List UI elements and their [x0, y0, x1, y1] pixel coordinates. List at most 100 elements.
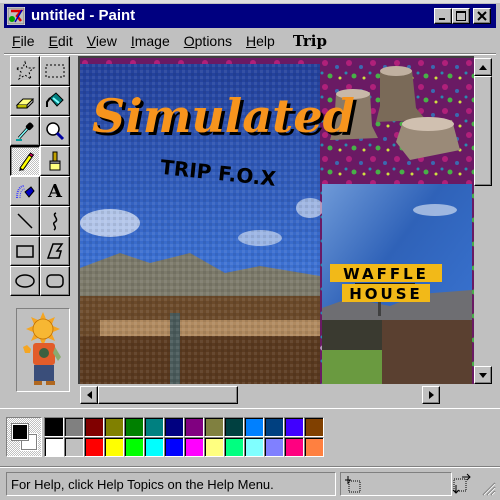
- line-icon: [17, 213, 33, 229]
- menu-view-accel: V: [86, 33, 96, 49]
- swatch-fill: [225, 438, 243, 456]
- tool-rounded-rectangle[interactable]: [40, 266, 70, 296]
- swatch-fill: [105, 438, 123, 456]
- color-swatch[interactable]: [204, 417, 224, 437]
- tool-rectangle[interactable]: [10, 236, 40, 266]
- menu-image[interactable]: Image: [123, 30, 176, 52]
- menu-edit-accel: E: [48, 33, 58, 49]
- star-select-icon: [14, 60, 36, 81]
- vertical-scroll-thumb[interactable]: [474, 76, 492, 186]
- rounded-rectangle-icon: [46, 274, 64, 288]
- close-button[interactable]: [473, 8, 491, 24]
- title-art: Simulated: [92, 89, 355, 143]
- tool-airbrush[interactable]: [10, 176, 40, 206]
- color-swatch[interactable]: [104, 417, 124, 437]
- color-swatch[interactable]: [144, 437, 164, 457]
- menu-options[interactable]: Options: [176, 30, 238, 52]
- toolbox: A: [6, 56, 74, 396]
- resize-grip-icon[interactable]: [480, 480, 496, 496]
- tool-options-panel[interactable]: [16, 308, 70, 392]
- airbrush-icon: [16, 185, 35, 199]
- tool-eraser[interactable]: [10, 86, 40, 116]
- tool-polygon[interactable]: [40, 236, 70, 266]
- scroll-left-button[interactable]: [80, 386, 98, 404]
- scroll-down-button[interactable]: [474, 366, 492, 384]
- tool-line[interactable]: [10, 206, 40, 236]
- color-swatch[interactable]: [224, 437, 244, 457]
- menu-bar: File Edit View Image Options Help Trip: [4, 30, 496, 52]
- scroll-right-button[interactable]: [422, 386, 440, 404]
- swatch-fill: [65, 418, 83, 436]
- rectangle-icon: [16, 245, 34, 258]
- menu-edit[interactable]: Edit: [41, 30, 79, 52]
- vertical-scrollbar[interactable]: [474, 58, 492, 384]
- color-box: [0, 408, 500, 458]
- color-swatch[interactable]: [64, 417, 84, 437]
- tool-fill[interactable]: [40, 86, 70, 116]
- tool-curve[interactable]: [40, 206, 70, 236]
- swatch-fill: [65, 438, 83, 456]
- tool-text[interactable]: A: [40, 176, 70, 206]
- color-swatch[interactable]: [164, 417, 184, 437]
- color-swatch[interactable]: [144, 417, 164, 437]
- magnifier-icon: [46, 122, 65, 141]
- tool-pick-color[interactable]: [10, 116, 40, 146]
- color-swatch[interactable]: [284, 437, 304, 457]
- color-swatch[interactable]: [64, 437, 84, 457]
- menu-help[interactable]: Help: [238, 30, 281, 52]
- color-swatch[interactable]: [164, 437, 184, 457]
- scroll-up-button[interactable]: [474, 58, 492, 76]
- status-help-text: For Help, click Help Topics on the Help …: [6, 472, 336, 496]
- cursor-position-icon: [345, 476, 361, 493]
- tool-brush[interactable]: [40, 146, 70, 176]
- scrollbar-corner: [474, 384, 492, 404]
- minimize-icon: [439, 18, 445, 20]
- arrow-down-icon: [479, 372, 487, 378]
- drawing-canvas[interactable]: WAFFLE HOUSE Simulated Simulated TRIP F.…: [80, 58, 474, 384]
- tool-ellipse[interactable]: [10, 266, 40, 296]
- title-bar[interactable]: untitled - Paint: [4, 4, 496, 28]
- status-cursor-position: [340, 472, 452, 496]
- swatch-fill: [185, 418, 203, 436]
- color-swatch[interactable]: [184, 417, 204, 437]
- color-swatch[interactable]: [284, 417, 304, 437]
- menu-view[interactable]: View: [79, 30, 123, 52]
- horizontal-scrollbar[interactable]: [80, 386, 440, 404]
- foreground-color[interactable]: [11, 423, 29, 441]
- color-swatch[interactable]: [244, 437, 264, 457]
- ellipse-icon: [15, 274, 35, 288]
- color-swatch[interactable]: [244, 417, 264, 437]
- color-swatch[interactable]: [124, 437, 144, 457]
- color-swatch[interactable]: [84, 437, 104, 457]
- swatch-fill: [125, 418, 143, 436]
- text-icon: A: [48, 180, 62, 202]
- color-swatch[interactable]: [264, 437, 284, 457]
- color-swatch[interactable]: [204, 437, 224, 457]
- color-swatch[interactable]: [104, 437, 124, 457]
- color-swatch[interactable]: [224, 417, 244, 437]
- swatch-fill: [265, 418, 283, 436]
- color-swatch[interactable]: [44, 437, 64, 457]
- menu-file[interactable]: File: [4, 30, 41, 52]
- color-swatch[interactable]: [264, 417, 284, 437]
- tool-select[interactable]: [40, 56, 70, 86]
- tool-pencil[interactable]: [10, 146, 40, 176]
- minimize-button[interactable]: [434, 8, 452, 24]
- maximize-button[interactable]: [452, 8, 470, 24]
- horizontal-scroll-thumb[interactable]: [98, 386, 238, 404]
- tool-magnifier[interactable]: [40, 116, 70, 146]
- swatch-fill: [165, 438, 183, 456]
- tool-free-form-select[interactable]: [10, 56, 40, 86]
- tool-grid: A: [10, 56, 70, 296]
- paint-window: untitled - Paint File Edit View Image Op…: [0, 0, 500, 500]
- menu-trip[interactable]: Trip: [285, 30, 333, 52]
- canvas-viewport[interactable]: WAFFLE HOUSE Simulated Simulated TRIP F.…: [78, 56, 474, 384]
- color-swatch[interactable]: [304, 437, 324, 457]
- maximize-icon: [456, 11, 466, 21]
- color-swatch[interactable]: [84, 417, 104, 437]
- color-swatch[interactable]: [124, 417, 144, 437]
- menu-options-label: ptions: [194, 33, 232, 49]
- color-swatch[interactable]: [44, 417, 64, 437]
- color-swatch[interactable]: [184, 437, 204, 457]
- color-swatch[interactable]: [304, 417, 324, 437]
